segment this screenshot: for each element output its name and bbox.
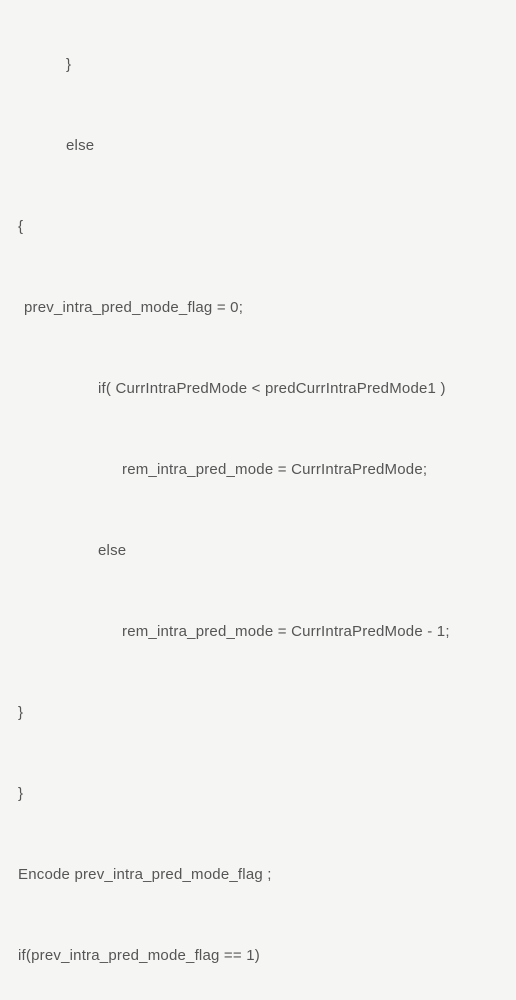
- code-line: else: [18, 135, 498, 156]
- code-line: if(prev_intra_pred_mode_flag == 1): [18, 945, 498, 966]
- code-line: }: [18, 783, 498, 804]
- code-line: {: [18, 216, 498, 237]
- code-line: }: [18, 54, 498, 75]
- code-snippet: } else { prev_intra_pred_mode_flag = 0; …: [18, 12, 498, 1000]
- code-line: rem_intra_pred_mode = CurrIntraPredMode …: [18, 621, 498, 642]
- code-line: else: [18, 540, 498, 561]
- code-line: if( CurrIntraPredMode < predCurrIntraPre…: [18, 378, 498, 399]
- code-line: }: [18, 702, 498, 723]
- code-line: rem_intra_pred_mode = CurrIntraPredMode;: [18, 459, 498, 480]
- code-line: Encode prev_intra_pred_mode_flag ;: [18, 864, 498, 885]
- code-line: prev_intra_pred_mode_flag = 0;: [18, 297, 498, 318]
